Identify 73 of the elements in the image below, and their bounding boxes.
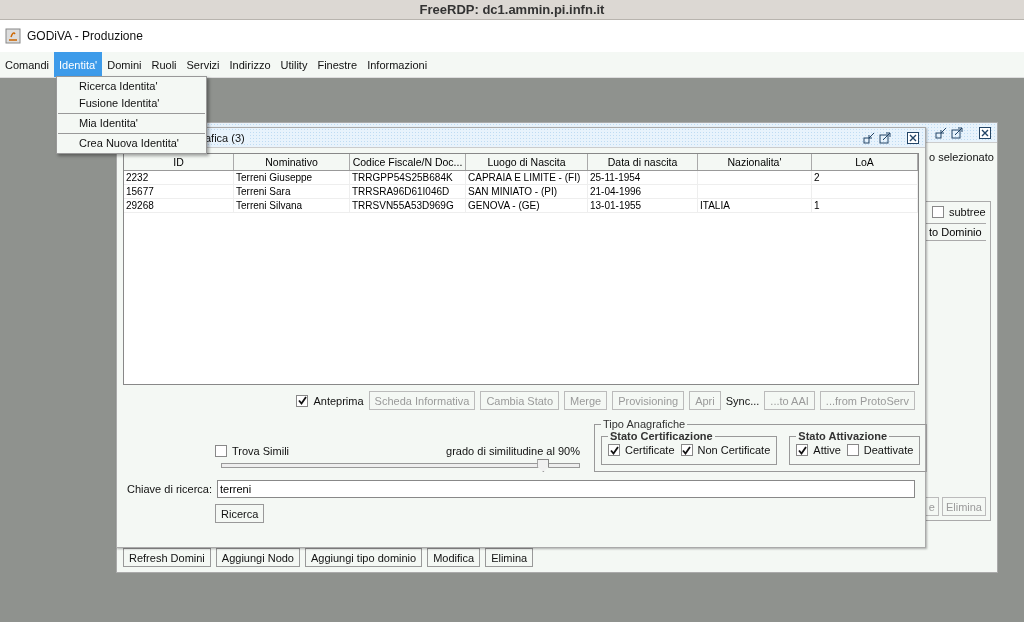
table-cell: Terreni Silvana	[234, 199, 350, 213]
menu-item[interactable]: Utility	[275, 52, 313, 77]
table-cell: SAN MINIATO - (PI)	[466, 185, 588, 199]
table-cell: GENOVA - (GE)	[466, 199, 588, 213]
filter-checkbox[interactable]	[608, 444, 620, 456]
menu-item[interactable]: Informazioni	[362, 52, 433, 77]
table-cell: CAPRAIA E LIMITE - (FI)	[466, 171, 588, 185]
toolbar-button[interactable]: Aggiungi Nodo	[215, 548, 300, 567]
close-icon[interactable]	[979, 126, 991, 139]
table-cell: 21-04-1996	[588, 185, 698, 199]
maximize-icon[interactable]	[951, 126, 963, 139]
group-title: Stato Attivazione	[798, 430, 888, 442]
sync-label: Sync...	[725, 394, 760, 407]
column-header[interactable]: Nazionalita'	[698, 154, 812, 170]
filter-checkbox[interactable]	[796, 444, 809, 456]
table-cell: 15677	[124, 185, 234, 199]
table-cell: TRRSRA96D61I046D	[350, 185, 466, 199]
filter-checkbox[interactable]	[846, 444, 859, 456]
column-header[interactable]: LoA	[812, 154, 918, 170]
menu-item[interactable]: Ricerca Identita'	[57, 78, 206, 95]
column-header[interactable]: Luogo di Nascita	[466, 154, 588, 170]
menu-item[interactable]: Ruoli	[146, 52, 182, 77]
subtree-checkbox[interactable]	[932, 206, 944, 218]
table-cell: Terreni Giuseppe	[234, 171, 350, 185]
column-header[interactable]: Data di nascita	[588, 154, 698, 170]
table-cell: 2232	[124, 171, 234, 185]
app-icon	[5, 28, 21, 44]
menu-item[interactable]: Comandi	[0, 52, 55, 77]
menu-item[interactable]: Domini	[102, 52, 147, 77]
menu-item[interactable]: Mia Identita'	[57, 115, 206, 132]
search-button[interactable]: Ricerca	[215, 504, 265, 523]
checkbox-label: Deattivate	[863, 444, 914, 456]
table-cell: TRRSVN55A53D969G	[350, 199, 466, 213]
table-cell: 29268	[124, 199, 234, 213]
column-header[interactable]: Nominativo	[234, 154, 350, 170]
checkbox-label: Trova Simili	[232, 445, 290, 457]
preview-checkbox[interactable]	[296, 394, 309, 407]
group-title: Tipo Anagrafiche	[603, 418, 686, 430]
checkbox-label: Attive	[813, 444, 841, 456]
column-header[interactable]: Codice Fiscale/N Doc...	[350, 154, 466, 170]
search-key-field[interactable]: terreni	[217, 480, 915, 498]
toolbar-button[interactable]: Refresh Domini	[123, 548, 211, 567]
checkbox-label: Non Certificate	[697, 444, 771, 456]
table-cell: 1	[812, 199, 918, 213]
toolbar-button[interactable]: Elimina	[485, 548, 534, 567]
window-title: GODiVA - Produzione	[27, 29, 143, 43]
maximize-icon[interactable]	[879, 131, 891, 144]
table-cell: 13-01-1955	[588, 199, 698, 213]
menu-item[interactable]: Servizi	[181, 52, 225, 77]
slider-thumb[interactable]	[537, 459, 550, 472]
remote-session-title: FreeRDP: dc1.ammin.pi.infn.it	[419, 2, 605, 17]
toolbar-button[interactable]: Aggiungi tipo dominio	[305, 548, 423, 567]
table-cell: 25-11-1954	[588, 171, 698, 185]
menu-item[interactable]: Finestre	[312, 52, 363, 77]
table-cell: 2	[812, 171, 918, 185]
close-icon[interactable]	[907, 131, 919, 144]
similarity-label: grado di similitudine al 90%	[446, 445, 580, 457]
checkbox-label: subtree	[949, 206, 986, 218]
filter-checkbox[interactable]	[680, 444, 693, 456]
table-cell: ITALIA	[698, 199, 812, 213]
table-cell: Terreni Sara	[234, 185, 350, 199]
checkbox-label: Certificate	[625, 444, 675, 456]
toolbar-button[interactable]: Modifica	[427, 548, 481, 567]
menu-item[interactable]: Indirizzo	[224, 52, 276, 77]
table-cell: TRRGPP54S25B684K	[350, 171, 466, 185]
checkbox-label: Anteprima	[313, 394, 364, 407]
minimize-icon[interactable]	[935, 126, 947, 139]
menu-item[interactable]: Crea Nuova Identita'	[57, 135, 206, 152]
group-title: Stato Certificazione	[610, 430, 713, 442]
menu-item[interactable]: Fusione Identita'	[57, 95, 206, 112]
similar-checkbox[interactable]	[215, 445, 227, 457]
minimize-icon[interactable]	[863, 131, 875, 144]
search-key-label: Chiave di ricerca:	[127, 483, 212, 495]
